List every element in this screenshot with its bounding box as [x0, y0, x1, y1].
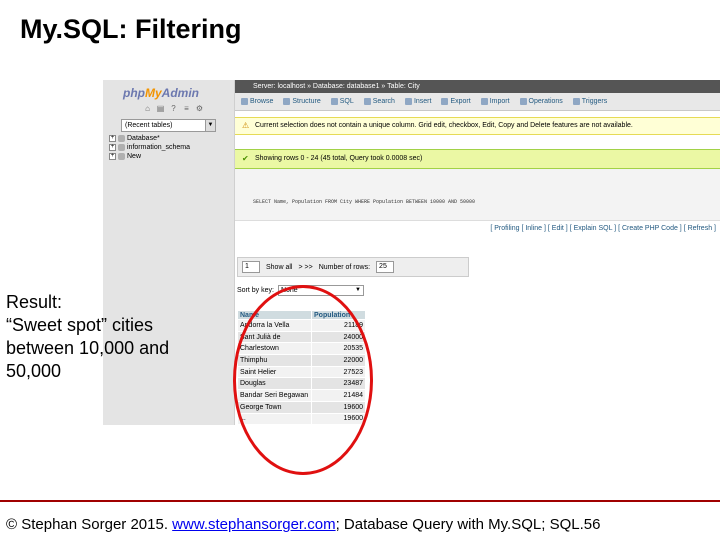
table-row: Saint Helier 27523 — [237, 365, 366, 379]
cell-name: Sant Julià de — [237, 330, 312, 344]
sql-query-text: SELECT Name, Population FROM City WHERE … — [253, 199, 476, 205]
table-row: Charlestown 20535 — [237, 342, 366, 356]
query-action-links[interactable]: [ Profiling [ Inline ] [ Edit ] [ Explai… — [490, 225, 716, 232]
search-icon — [363, 98, 371, 105]
column-header-population[interactable]: Population — [311, 310, 366, 320]
rows-select[interactable]: 25 — [376, 261, 395, 273]
database-icon — [118, 144, 125, 151]
sort-row: Sort by key: None ▼ — [237, 285, 364, 296]
cell-name: George Town — [237, 400, 312, 414]
settings-icon[interactable]: ⚙ — [195, 104, 204, 113]
rows-label: Number of rows: — [318, 263, 371, 271]
tree-item[interactable]: + Database* — [109, 134, 190, 143]
cell-name: Douglas — [237, 377, 312, 391]
operations-icon — [519, 98, 527, 105]
success-message: ✔ Showing rows 0 - 24 (45 total, Query t… — [235, 149, 720, 169]
cell-population: 21189 — [311, 319, 366, 332]
expand-icon[interactable]: + — [109, 144, 116, 151]
docs-icon[interactable]: ≡ — [182, 104, 191, 113]
sort-label: Sort by key: — [237, 287, 274, 294]
pma-main: Server: localhost » Database: database1 … — [235, 80, 720, 425]
column-header-name[interactable]: Name — [237, 310, 312, 320]
breadcrumb[interactable]: Server: localhost » Database: database1 … — [235, 80, 720, 93]
database-icon — [118, 135, 125, 142]
expand-icon[interactable]: + — [109, 135, 116, 142]
tab-operations[interactable]: Operations — [519, 98, 563, 105]
import-icon — [480, 98, 488, 105]
show-all-button[interactable]: Show all — [266, 264, 292, 271]
browse-icon — [241, 98, 248, 105]
sql-icon — [330, 98, 338, 105]
cell-name: Saint Helier — [237, 365, 312, 379]
footer-divider — [0, 500, 720, 502]
structure-icon — [283, 98, 291, 105]
cell-name: Thimphu — [237, 354, 312, 367]
cell-population: 23487 — [311, 377, 366, 391]
cell-population: 22000 — [311, 354, 366, 367]
db-icon[interactable]: ▤ — [156, 104, 165, 113]
phpmyadmin-logo[interactable]: phpMyAdmin — [123, 86, 199, 100]
result-navigation: 1 Show all > >> Number of rows: 25 — [237, 257, 469, 277]
table-row: Andorra la Vella 21189 — [237, 319, 366, 332]
tab-triggers[interactable]: Triggers — [572, 98, 607, 105]
results-table: Name Population Andorra la Vella 21189 Sa… — [237, 310, 366, 425]
cell-population: 19600 — [311, 400, 366, 414]
tab-bar: Browse Structure SQL Search Insert Expor… — [235, 93, 720, 111]
table-row: Sant Julià de 24000 — [237, 330, 366, 344]
expand-icon[interactable]: + — [109, 153, 116, 160]
table-row: Bandar Seri Begawan 21484 — [237, 389, 366, 402]
warning-message: ⚠ Current selection does not contain a u… — [235, 117, 720, 135]
tab-export[interactable]: Export — [441, 98, 471, 105]
cell-name: Andorra la Vella — [237, 319, 312, 332]
warning-icon: ⚠ — [242, 121, 250, 130]
check-icon: ✔ — [242, 154, 249, 163]
website-link[interactable]: www.stephansorger.com — [172, 516, 335, 533]
slide-title: My.SQL: Filtering — [20, 14, 242, 44]
chevron-down-icon: ▼ — [355, 287, 361, 293]
database-tree: + Database* + information_schema + New — [109, 134, 190, 161]
query-icon[interactable]: ? — [169, 104, 178, 113]
cell-population: 24000 — [311, 330, 366, 344]
export-icon — [441, 98, 449, 105]
cell-name: Charlestown — [237, 342, 312, 356]
new-icon — [118, 153, 125, 160]
chevron-down-icon: ▼ — [205, 120, 215, 131]
table-row: Douglas 23487 — [237, 377, 366, 391]
cell-population: 19600 — [311, 412, 366, 425]
home-icon[interactable]: ⌂ — [143, 104, 152, 113]
sidebar-icons: ⌂ ▤ ? ≡ ⚙ — [143, 104, 204, 113]
cell-population: 27523 — [311, 365, 366, 379]
tab-browse[interactable]: Browse — [241, 98, 273, 105]
table-row: Thimphu 22000 — [237, 354, 366, 367]
table-row: George Town 19600 — [237, 400, 366, 414]
tab-sql[interactable]: SQL — [330, 98, 354, 105]
slide-footer: © Stephan Sorger 2015. www.stephansorger… — [6, 516, 601, 533]
tab-insert[interactable]: Insert — [404, 98, 431, 105]
tab-structure[interactable]: Structure — [283, 98, 321, 105]
triggers-icon — [572, 98, 580, 105]
table-header-row: Name Population — [237, 310, 366, 320]
sort-select[interactable]: None ▼ — [277, 285, 364, 296]
insert-icon — [404, 98, 412, 105]
table-row: ... 19600 — [237, 412, 366, 425]
sql-query-box: SELECT Name, Population FROM City WHERE … — [235, 169, 720, 221]
cell-population: 21484 — [311, 389, 366, 402]
recent-tables-select[interactable]: (Recent tables) ▼ — [121, 119, 216, 132]
tab-search[interactable]: Search — [363, 98, 395, 105]
next-page-button[interactable]: > >> — [298, 264, 312, 271]
page-select[interactable]: 1 — [242, 261, 260, 273]
cell-population: 20535 — [311, 342, 366, 356]
cell-name: Bandar Seri Begawan — [237, 389, 312, 402]
tree-item[interactable]: + information_schema — [109, 143, 190, 152]
result-caption: Result: “Sweet spot” cities between 10,0… — [6, 292, 170, 381]
tree-item[interactable]: + New — [109, 152, 190, 161]
cell-name: ... — [237, 412, 312, 425]
tab-import[interactable]: Import — [480, 98, 510, 105]
